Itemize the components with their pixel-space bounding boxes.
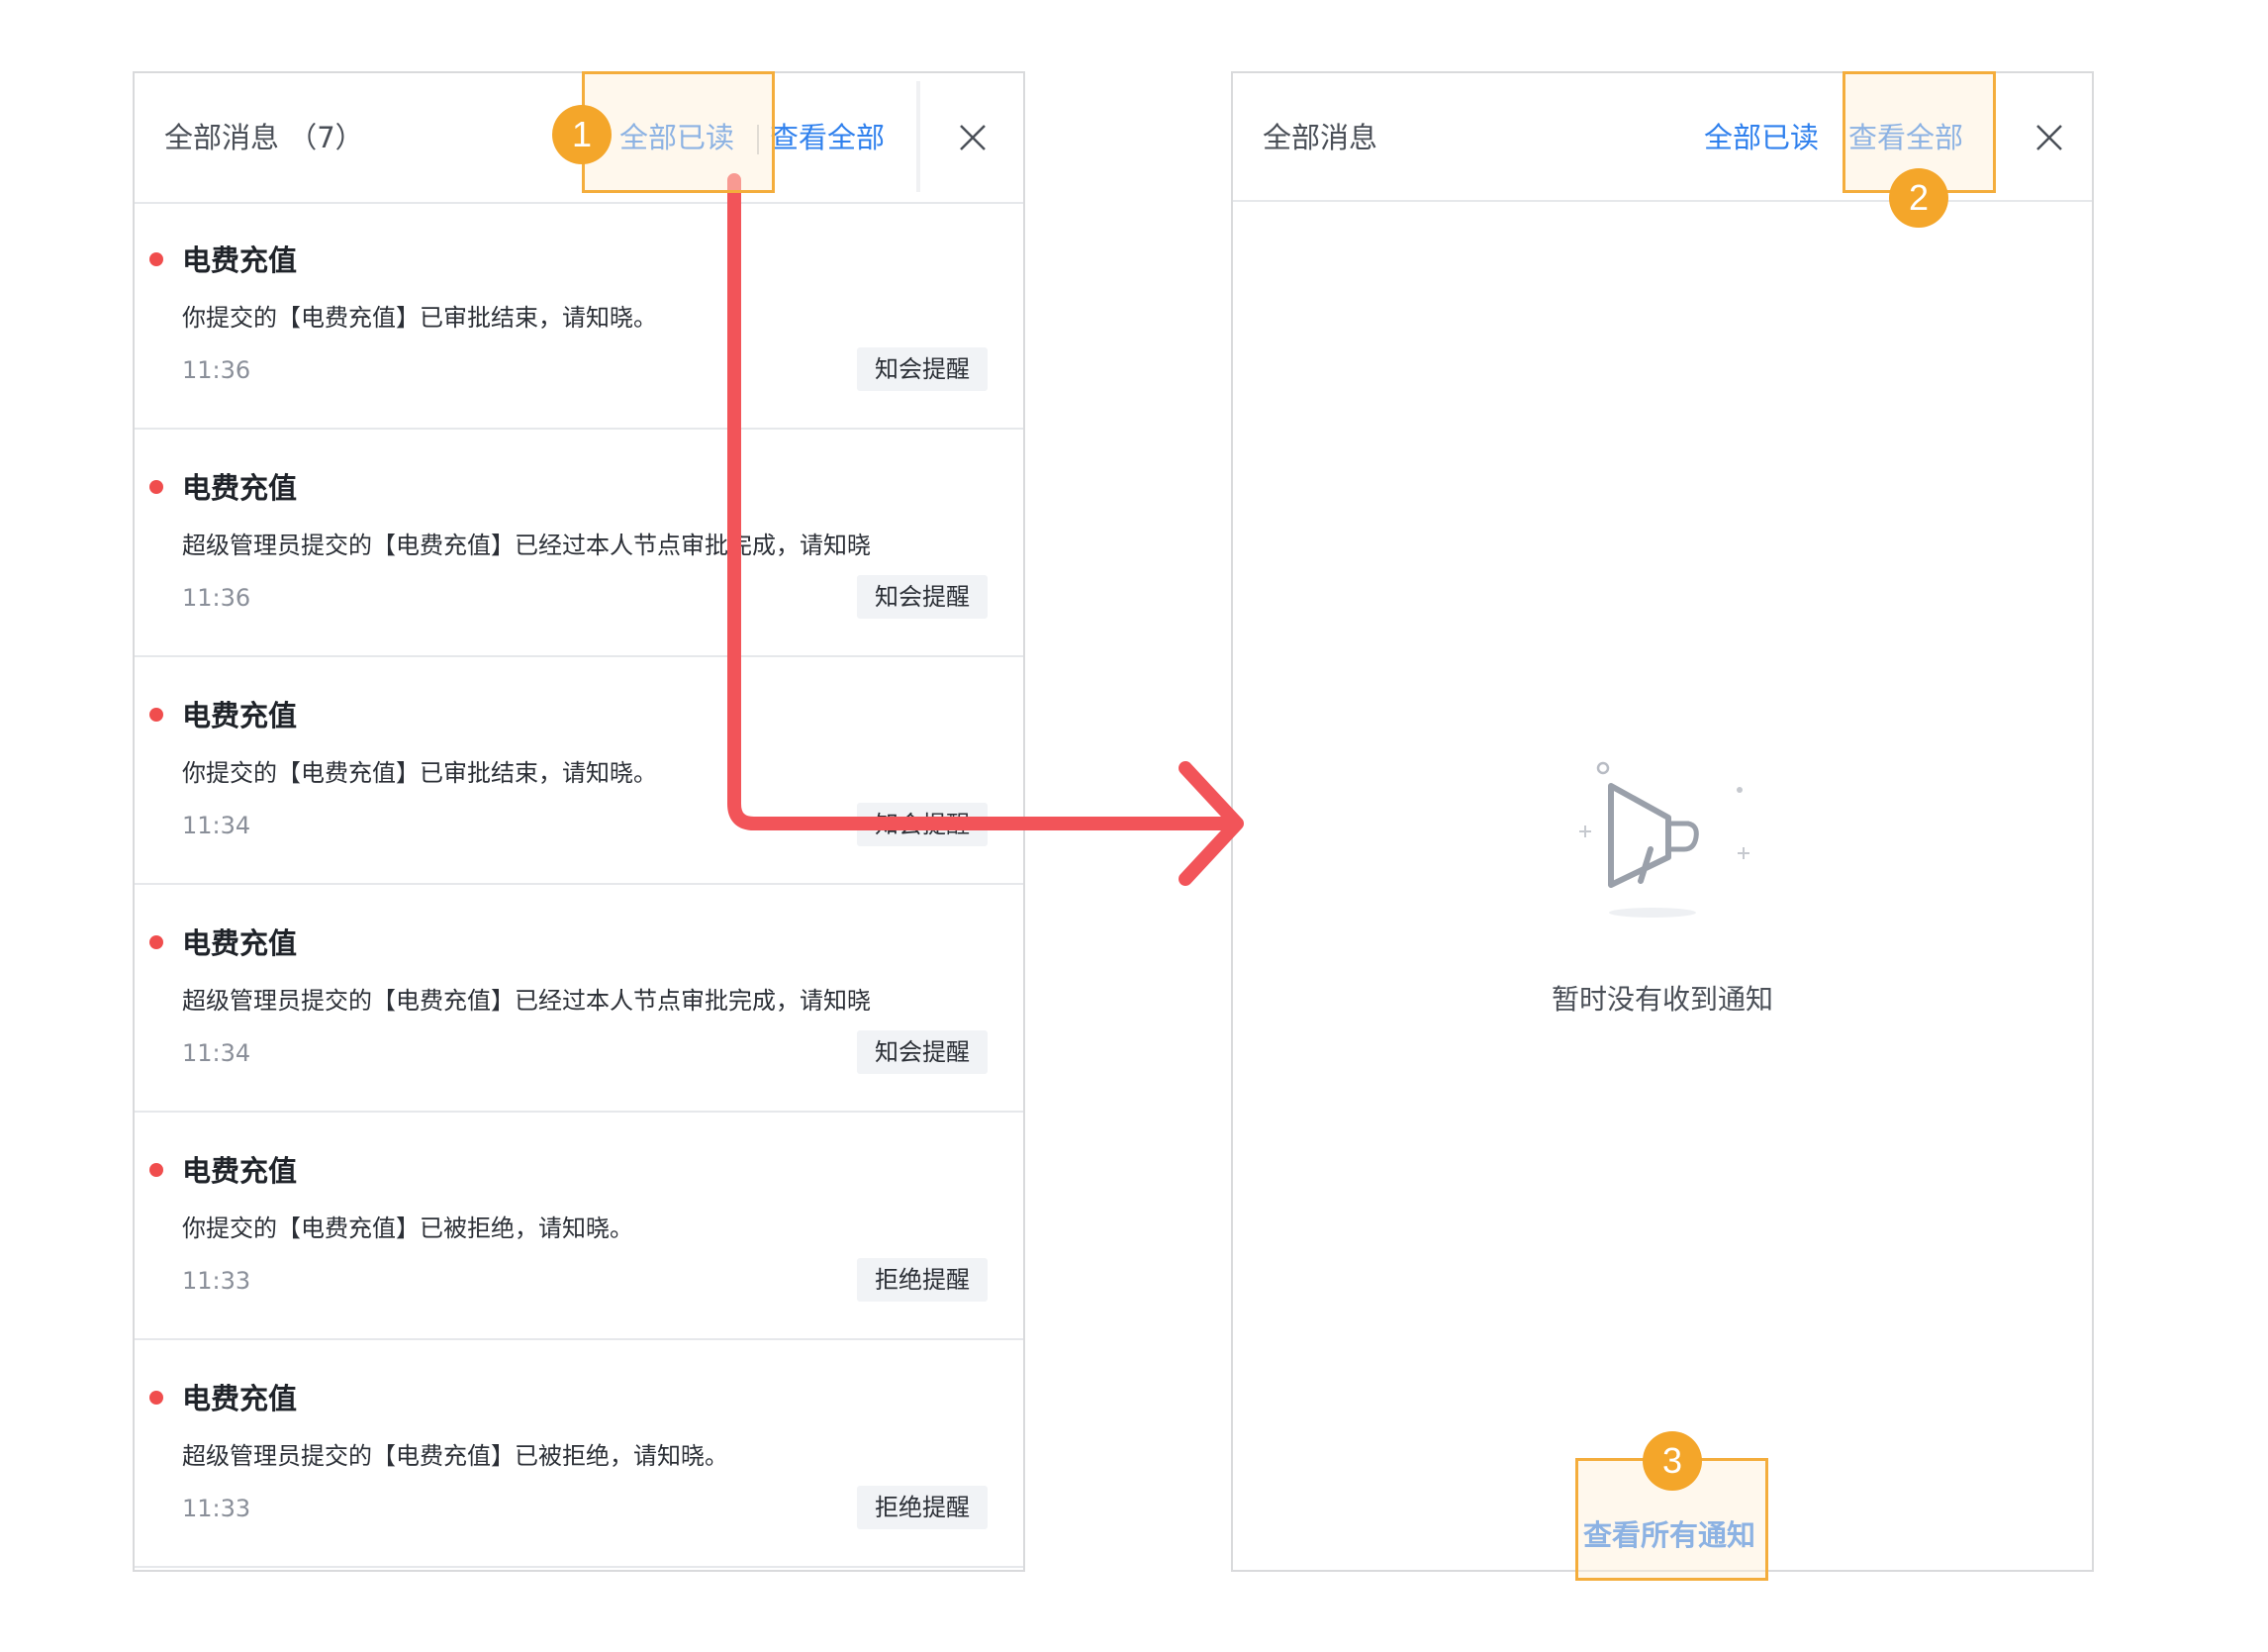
step-badge-1: 1 (552, 105, 612, 164)
flow-arrow (727, 173, 1244, 886)
step-badge-3: 3 (1643, 1431, 1702, 1491)
step-badge-2: 2 (1889, 168, 1948, 228)
